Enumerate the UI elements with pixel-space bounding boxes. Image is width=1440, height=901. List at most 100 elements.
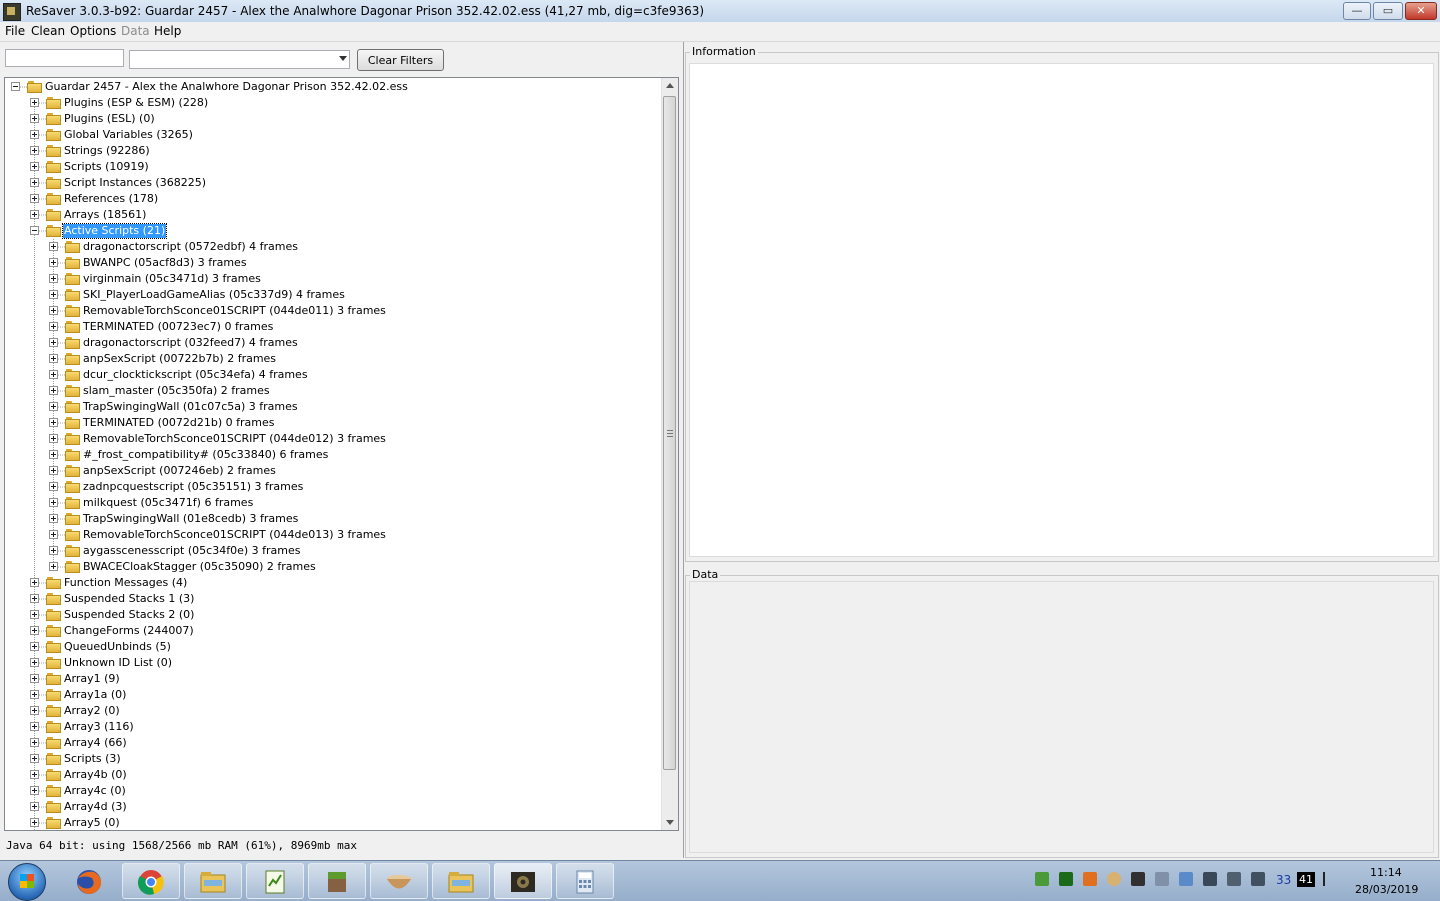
tree-node-label[interactable]: Array1a (0) (63, 688, 127, 702)
tree-node-label[interactable]: Active Scripts (21) (61, 223, 168, 239)
flag-icon[interactable] (1323, 872, 1339, 886)
expand-icon[interactable] (30, 114, 39, 123)
menu-file[interactable]: File (5, 24, 25, 38)
memory-icon[interactable] (1203, 872, 1217, 886)
maximize-button[interactable]: ▭ (1373, 2, 1403, 20)
taskbar-explorer[interactable] (184, 863, 242, 899)
information-content[interactable] (689, 63, 1434, 557)
menu-clean[interactable]: Clean (31, 24, 65, 38)
expand-icon[interactable] (49, 338, 58, 347)
tree-node-label[interactable]: Array5 (0) (63, 816, 121, 830)
tree-node-label[interactable]: SKI_PlayerLoadGameAlias (05c337d9) 4 fra… (82, 288, 346, 302)
expand-icon[interactable] (30, 802, 39, 811)
tree-node-label[interactable]: Suspended Stacks 2 (0) (63, 608, 195, 622)
gpu-temp-badge[interactable]: 41 (1297, 872, 1315, 887)
expand-icon[interactable] (30, 626, 39, 635)
tree-node-label[interactable]: ChangeForms (244007) (63, 624, 195, 638)
clock-time[interactable]: 11:14 (1370, 866, 1402, 879)
tree-node-label[interactable]: Strings (92286) (63, 144, 151, 158)
tree-node-label[interactable]: Scripts (3) (63, 752, 122, 766)
tree-node-label[interactable]: slam_master (05c350fa) 2 frames (82, 384, 271, 398)
minimize-button[interactable]: — (1343, 2, 1371, 20)
tree-node-label[interactable]: RemovableTorchSconce01SCRIPT (044de011) … (82, 304, 387, 318)
expand-icon[interactable] (30, 594, 39, 603)
menu-options[interactable]: Options (70, 24, 116, 38)
taskbar-calculator[interactable] (556, 863, 614, 899)
taskbar-firefox[interactable] (60, 863, 118, 899)
monitor-icon[interactable] (1131, 872, 1145, 886)
expand-icon[interactable] (30, 738, 39, 747)
tree-scrollbar[interactable] (661, 78, 678, 830)
nvidia-icon[interactable] (1035, 872, 1049, 886)
tree-node-label[interactable]: anpSexScript (00722b7b) 2 frames (82, 352, 277, 366)
volume-icon[interactable] (1227, 872, 1241, 886)
expand-icon[interactable] (30, 770, 39, 779)
expand-icon[interactable] (49, 498, 58, 507)
expand-icon[interactable] (49, 290, 58, 299)
tree-node-label[interactable]: RemovableTorchSconce01SCRIPT (044de012) … (82, 432, 387, 446)
taskbar-explorer-2[interactable] (432, 863, 490, 899)
tree-node-label[interactable]: dcur_clocktickscript (05c34efa) 4 frames (82, 368, 309, 382)
taskbar-resaver[interactable] (494, 863, 552, 899)
expand-icon[interactable] (30, 658, 39, 667)
tree-node-label[interactable]: BWANPC (05acf8d3) 3 frames (82, 256, 248, 270)
clock-date[interactable]: 28/03/2019 (1355, 883, 1418, 896)
tree-node-label[interactable]: anpSexScript (007246eb) 2 frames (82, 464, 277, 478)
expand-icon[interactable] (30, 130, 39, 139)
expand-icon[interactable] (49, 434, 58, 443)
expand-icon[interactable] (49, 546, 58, 555)
tree-node-label[interactable]: BWACECloakStagger (05c35090) 2 frames (82, 560, 317, 574)
network-app-icon[interactable] (1179, 872, 1193, 886)
tree-node-label[interactable]: dragonactorscript (0572edbf) 4 frames (82, 240, 299, 254)
tree-node-label[interactable]: virginmain (05c3471d) 3 frames (82, 272, 262, 286)
expand-icon[interactable] (49, 402, 58, 411)
taskbar-chrome[interactable] (122, 863, 180, 899)
start-button[interactable] (8, 863, 46, 901)
tree-node-label[interactable]: Unknown ID List (0) (63, 656, 173, 670)
tree-node-label[interactable]: Plugins (ESP & ESM) (228) (63, 96, 209, 110)
expand-icon[interactable] (30, 818, 39, 827)
expand-icon[interactable] (30, 754, 39, 763)
tree-node-label[interactable]: TERMINATED (00723ec7) 0 frames (82, 320, 274, 334)
expand-icon[interactable] (30, 162, 39, 171)
expand-icon[interactable] (30, 610, 39, 619)
split-pane-divider[interactable] (683, 42, 684, 858)
expand-icon[interactable] (49, 514, 58, 523)
collapse-icon[interactable] (11, 82, 20, 91)
tree-node-label[interactable]: Array4b (0) (63, 768, 128, 782)
tree-node-label[interactable]: Script Instances (368225) (63, 176, 207, 190)
tree-node-label[interactable]: Array4 (66) (63, 736, 128, 750)
menu-help[interactable]: Help (154, 24, 181, 38)
tray-cursor-icon[interactable] (1155, 872, 1169, 886)
expand-icon[interactable] (30, 578, 39, 587)
expand-icon[interactable] (49, 562, 58, 571)
expand-icon[interactable] (49, 242, 58, 251)
tree-node-label[interactable]: Guardar 2457 - Alex the Analwhore Dagona… (44, 80, 409, 94)
tree-node-label[interactable]: QueuedUnbinds (5) (63, 640, 172, 654)
tray-app-icon[interactable] (1059, 872, 1073, 886)
expand-icon[interactable] (30, 690, 39, 699)
tree-node-label[interactable]: milkquest (05c3471f) 6 frames (82, 496, 254, 510)
tree-node-label[interactable]: #_frost_compatibility# (05c33840) 6 fram… (82, 448, 329, 462)
tree-node-label[interactable]: aygasscenesscript (05c34f0e) 3 frames (82, 544, 301, 558)
tree-node-label[interactable]: Plugins (ESL) (0) (63, 112, 156, 126)
expand-icon[interactable] (49, 274, 58, 283)
tray-bowl-icon[interactable] (1107, 872, 1121, 886)
expand-icon[interactable] (49, 530, 58, 539)
tree-node-label[interactable]: dragonactorscript (032feed7) 4 frames (82, 336, 299, 350)
expand-icon[interactable] (49, 482, 58, 491)
expand-icon[interactable] (30, 194, 39, 203)
tree-node-label[interactable]: Global Variables (3265) (63, 128, 194, 142)
expand-icon[interactable] (30, 210, 39, 219)
expand-icon[interactable] (49, 450, 58, 459)
clear-filters-button[interactable]: Clear Filters (357, 49, 444, 71)
tree-node-label[interactable]: Array4d (3) (63, 800, 128, 814)
tree-node-label[interactable]: Array3 (116) (63, 720, 135, 734)
tree-node-label[interactable]: Function Messages (4) (63, 576, 188, 590)
tree-node-label[interactable]: TrapSwingingWall (01c07c5a) 3 frames (82, 400, 299, 414)
taskbar-minecraft[interactable] (308, 863, 366, 899)
collapse-icon[interactable] (30, 226, 39, 235)
expand-icon[interactable] (49, 354, 58, 363)
expand-icon[interactable] (49, 386, 58, 395)
expand-icon[interactable] (30, 722, 39, 731)
